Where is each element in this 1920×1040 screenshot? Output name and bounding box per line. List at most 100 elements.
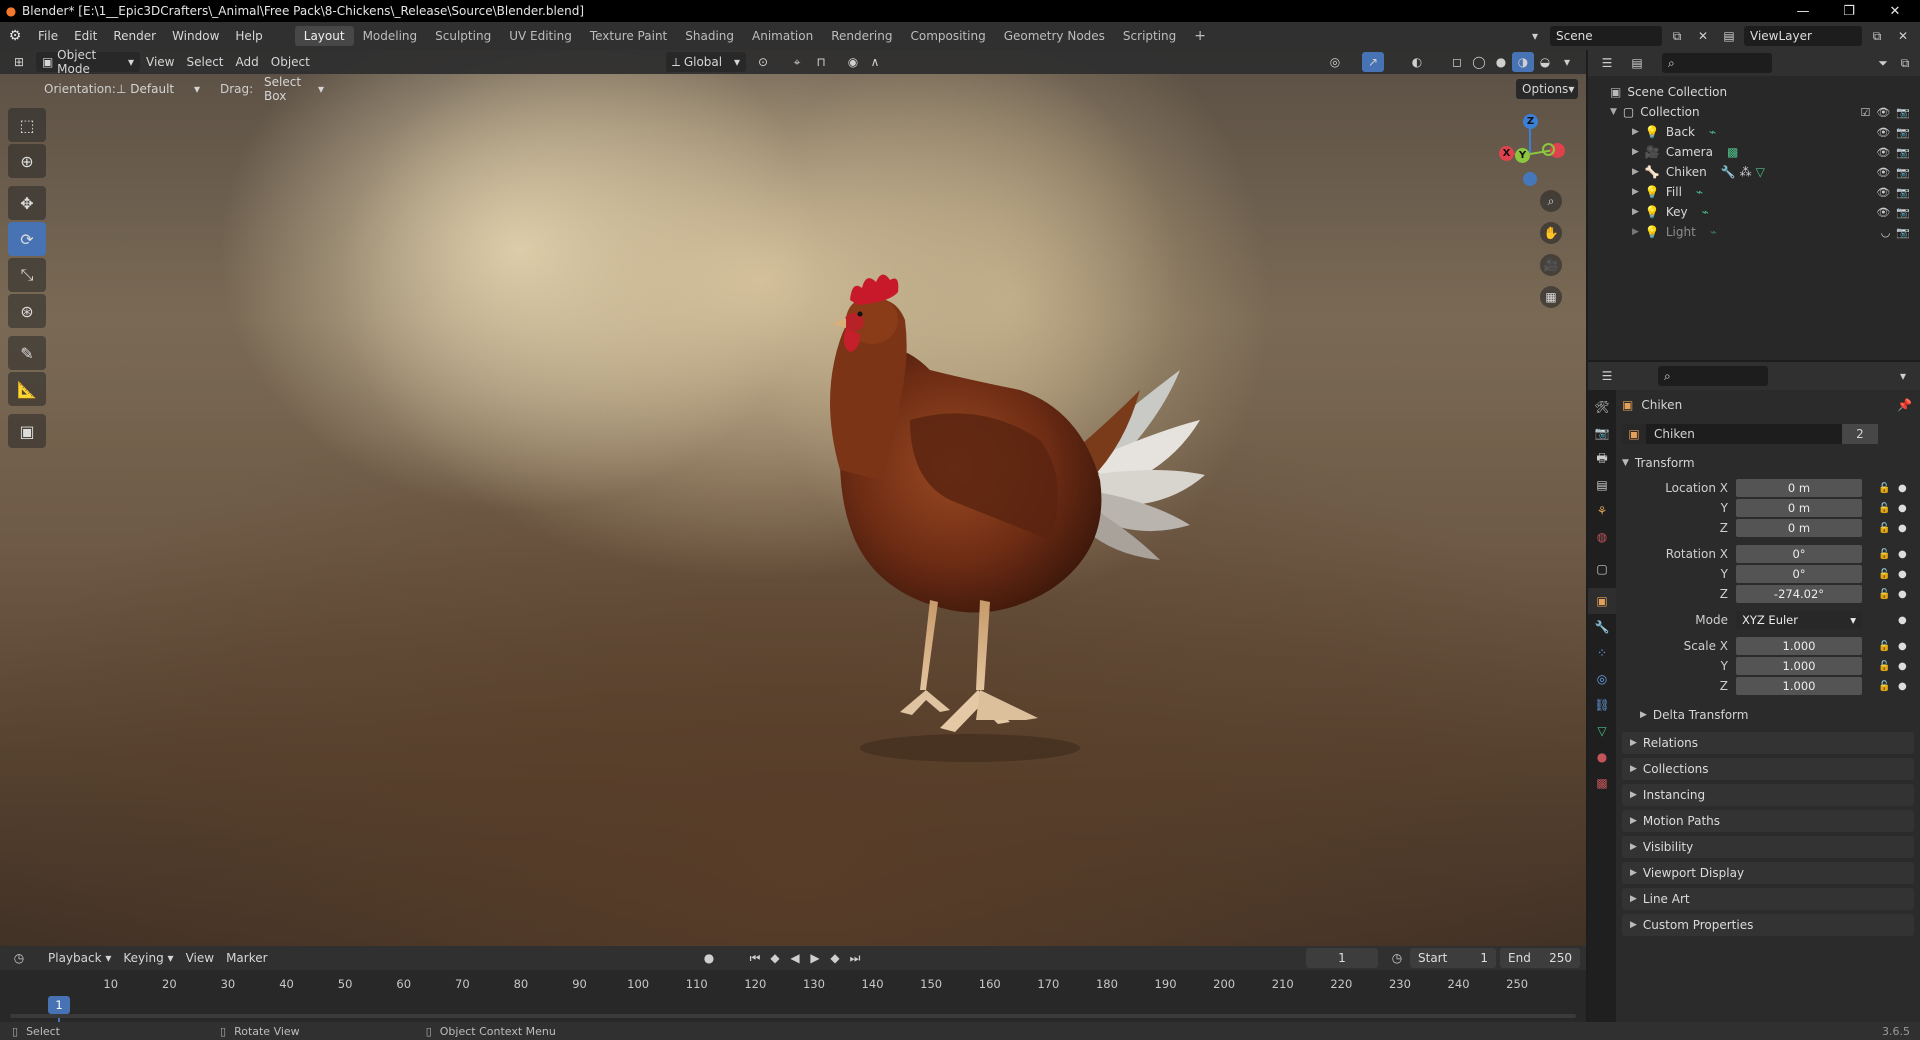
material-preview-shading-icon[interactable]: ◑	[1512, 52, 1534, 72]
shading-options-icon[interactable]: ▾	[1556, 52, 1578, 72]
gizmo-neg-z-icon[interactable]	[1523, 172, 1537, 186]
tab-compositing[interactable]: Compositing	[901, 26, 994, 46]
xray-toggle-icon[interactable]: ◻	[1446, 52, 1468, 72]
eye-icon[interactable]: 👁	[1876, 206, 1890, 219]
menu-playback[interactable]: Playback ▾	[42, 948, 117, 968]
lock-icon[interactable]: 🔓	[1878, 589, 1890, 600]
chevron-right-icon[interactable]: ▶	[1632, 227, 1639, 237]
properties-editor-type-icon[interactable]: ☰	[1596, 366, 1618, 386]
lock-icon[interactable]: 🔓	[1878, 549, 1890, 560]
play-icon[interactable]: ▶	[804, 948, 826, 968]
menu-marker[interactable]: Marker	[220, 948, 273, 968]
move-tool-icon[interactable]: ✥	[8, 186, 46, 220]
outliner-search-input[interactable]: ⌕	[1662, 53, 1772, 73]
gizmo-neg-y-icon[interactable]	[1542, 143, 1555, 156]
camera-view-icon[interactable]: 🎥	[1540, 254, 1562, 276]
keyframe-dot-icon[interactable]: ●	[1898, 569, 1907, 580]
lock-icon[interactable]: 🔓	[1878, 641, 1890, 652]
start-frame-field[interactable]: Start 1	[1410, 948, 1496, 968]
timeline-scrollbar[interactable]	[10, 1014, 1576, 1018]
keyframe-dot-icon[interactable]: ●	[1898, 641, 1907, 652]
tab-uv-editing[interactable]: UV Editing	[500, 26, 581, 46]
checkbox-icon[interactable]: ☑	[1860, 106, 1870, 119]
viewlayer-field[interactable]: ViewLayer	[1744, 26, 1862, 46]
menu-view[interactable]: View	[140, 52, 180, 72]
outliner-editor-type-icon[interactable]: ☰	[1596, 53, 1618, 73]
tab-sculpting[interactable]: Sculpting	[426, 26, 500, 46]
particles-tab-icon[interactable]: ⁘	[1588, 640, 1616, 666]
eye-icon[interactable]: 👁	[1876, 106, 1890, 119]
scale-z-field[interactable]: 1.000	[1736, 677, 1862, 695]
line-art-panel[interactable]: ▶ Line Art	[1622, 888, 1914, 910]
output-tab-icon[interactable]: 🖶	[1588, 446, 1616, 472]
location-y-field[interactable]: 0 m	[1736, 499, 1862, 517]
delta-transform-subpanel[interactable]: ▶ Delta Transform	[1616, 702, 1920, 728]
mode-selector[interactable]: ▣ Object Mode ▾	[36, 48, 140, 76]
chevron-right-icon[interactable]: ▶	[1632, 147, 1639, 157]
tab-shading[interactable]: Shading	[676, 26, 743, 46]
camera-render-icon[interactable]: 📷	[1896, 206, 1910, 219]
lock-icon[interactable]: 🔓	[1878, 661, 1890, 672]
scale-tool-icon[interactable]: ⤡	[8, 258, 46, 292]
measure-tool-icon[interactable]: 📐	[8, 372, 46, 406]
eye-icon[interactable]: 👁	[1876, 126, 1890, 139]
scene-selector-icon[interactable]: ▾	[1524, 26, 1546, 46]
chevron-down-icon[interactable]: ▼	[1610, 107, 1617, 117]
perspective-toggle-icon[interactable]: ▦	[1540, 286, 1562, 308]
scene-collection-row[interactable]: ▣ Scene Collection	[1588, 82, 1920, 102]
eye-icon[interactable]: 👁	[1876, 166, 1890, 179]
lock-icon[interactable]: 🔓	[1878, 503, 1890, 514]
maximize-button[interactable]: ❐	[1826, 0, 1872, 22]
collection-tab-icon[interactable]: ▢	[1588, 556, 1616, 582]
menu-window[interactable]: Window	[164, 29, 227, 43]
falloff-icon[interactable]: ∧	[864, 52, 886, 72]
jump-end-icon[interactable]: ⏭	[844, 948, 866, 968]
camera-render-icon[interactable]: 📷	[1896, 106, 1910, 119]
lock-icon[interactable]: 🔓	[1878, 483, 1890, 494]
new-viewlayer-icon[interactable]: ⧉	[1866, 26, 1888, 46]
tab-texture-paint[interactable]: Texture Paint	[581, 26, 676, 46]
solid-shading-icon[interactable]: ●	[1490, 52, 1512, 72]
close-button[interactable]: ✕	[1872, 0, 1918, 22]
collections-panel[interactable]: ▶ Collections	[1622, 758, 1914, 780]
tab-geometry-nodes[interactable]: Geometry Nodes	[995, 26, 1114, 46]
collection-row[interactable]: ▼ ▢ Collection ☑ 👁 📷	[1588, 102, 1920, 122]
timeline-editor-type-icon[interactable]: ◷	[8, 948, 30, 968]
new-scene-icon[interactable]: ⧉	[1666, 26, 1688, 46]
visibility-panel[interactable]: ▶ Visibility	[1622, 836, 1914, 858]
scale-y-field[interactable]: 1.000	[1736, 657, 1862, 675]
orientation-selector[interactable]: ⊥ Default ▾	[110, 79, 206, 99]
3d-viewport[interactable]: ⌕ ✋ 🎥 ▦ Z X Y	[0, 50, 1586, 946]
play-reverse-icon[interactable]: ◀	[784, 948, 806, 968]
camera-render-icon[interactable]: 📷	[1896, 126, 1910, 139]
pan-hand-icon[interactable]: ✋	[1540, 222, 1562, 244]
snap-icon[interactable]: ⌖	[786, 52, 808, 72]
eye-icon[interactable]: 👁	[1876, 146, 1890, 159]
display-mode-icon[interactable]: ▤	[1626, 53, 1648, 73]
scene-field[interactable]: Scene	[1550, 26, 1662, 46]
relations-panel[interactable]: ▶ Relations	[1622, 732, 1914, 754]
rotation-z-field[interactable]: -274.02°	[1736, 585, 1862, 603]
drag-selector[interactable]: Select Box ▾	[258, 75, 330, 103]
chevron-right-icon[interactable]: ▶	[1632, 167, 1639, 177]
gizmo-z-icon[interactable]: Z	[1523, 114, 1538, 129]
outliner-item-light[interactable]: ▶ 💡 Light ⌁ ◡ 📷	[1588, 222, 1920, 242]
snap-target-icon[interactable]: ⊓	[810, 52, 832, 72]
keyframe-dot-icon[interactable]: ●	[1898, 661, 1907, 672]
eye-hidden-icon[interactable]: ◡	[1881, 226, 1891, 239]
eye-icon[interactable]: 👁	[1876, 186, 1890, 199]
blender-menu-icon[interactable]: ⚙	[0, 28, 30, 44]
rotation-mode-select[interactable]: XYZ Euler ▾	[1736, 611, 1862, 629]
cursor-tool-icon[interactable]: ⊕	[8, 144, 46, 178]
gizmo-toggle-icon[interactable]: ↗	[1362, 52, 1384, 72]
menu-add[interactable]: Add	[230, 52, 265, 72]
preview-range-icon[interactable]: ◷	[1386, 948, 1408, 968]
keyframe-dot-icon[interactable]: ●	[1898, 615, 1907, 626]
menu-file[interactable]: File	[30, 29, 66, 43]
new-collection-icon[interactable]: ⧉	[1894, 53, 1916, 73]
chevron-down-icon[interactable]: ▾	[1892, 366, 1914, 386]
render-tab-icon[interactable]: 📷	[1588, 420, 1616, 446]
keyframe-dot-icon[interactable]: ●	[1898, 589, 1907, 600]
transform-tool-icon[interactable]: ⊛	[8, 294, 46, 328]
outliner-item-chiken[interactable]: ▶ 🦴 Chiken 🔧 ⁂ ▽ 👁 📷	[1588, 162, 1920, 182]
